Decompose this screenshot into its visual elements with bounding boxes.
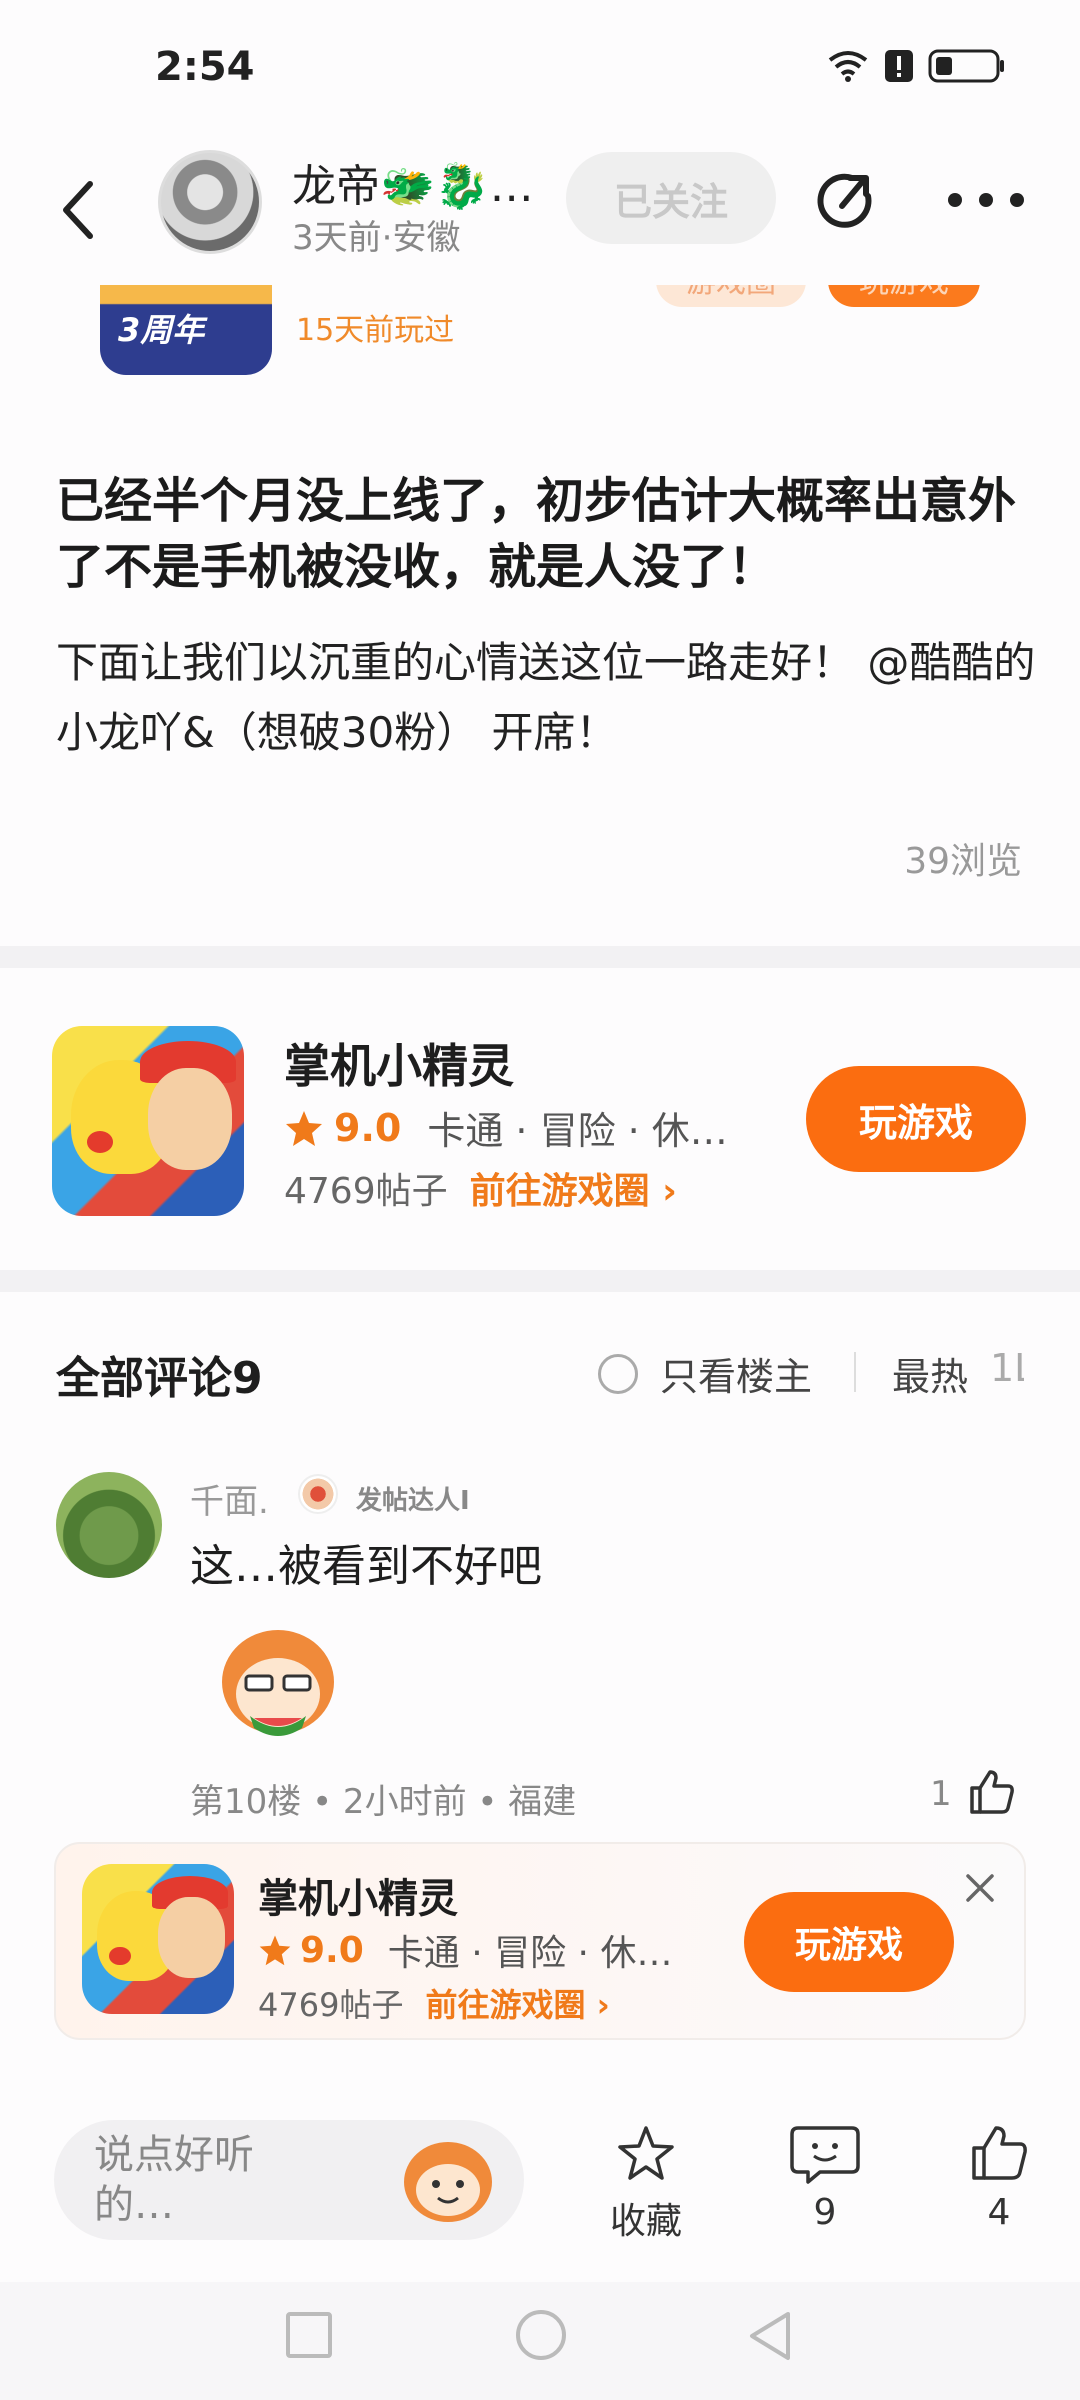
comment-meta: 第10楼 • 2小时前 • 福建 bbox=[190, 1782, 577, 1822]
share-button[interactable] bbox=[812, 166, 884, 238]
radio-icon[interactable] bbox=[598, 1353, 638, 1394]
status-icons bbox=[826, 48, 1006, 84]
game-circle-button[interactable]: 游戏圈 bbox=[656, 285, 806, 307]
star-icon bbox=[286, 1110, 322, 1146]
recent-apps-button[interactable] bbox=[286, 2312, 332, 2358]
home-button[interactable] bbox=[516, 2310, 566, 2360]
game-rating: 9.0 bbox=[300, 1929, 364, 1971]
reply-placeholder: 说点好听的… bbox=[94, 2132, 254, 2228]
play-game-button[interactable]: 玩游戏 bbox=[828, 285, 980, 307]
post-header: 龙帝🐲🐉… 3天前·安徽 已关注 bbox=[0, 130, 1080, 280]
game-post-count: 4769帖子 bbox=[258, 1986, 404, 2024]
game-rating-row: 9.0 卡通 · 冒险 · 休… bbox=[284, 1100, 728, 1155]
comment-like-count: 1 bbox=[930, 1774, 952, 1814]
game-circle-link[interactable]: 前往游戏圈 › bbox=[425, 1980, 609, 2026]
game-posts-row: 4769帖子 前往游戏圈 › bbox=[258, 1980, 610, 2026]
alert-icon bbox=[885, 50, 913, 82]
comment-count: 9 bbox=[813, 2192, 837, 2233]
battery-icon bbox=[928, 49, 1004, 83]
close-icon bbox=[966, 1874, 994, 1902]
user-badge: 发帖达人I bbox=[356, 1486, 470, 1516]
comment-button[interactable]: 9 bbox=[780, 2122, 870, 2242]
comments-title: 全部评论9 bbox=[56, 1353, 263, 1404]
comment-icon bbox=[790, 2126, 860, 2184]
divider bbox=[854, 1352, 856, 1392]
play-game-button[interactable]: 玩游戏 bbox=[744, 1892, 954, 1992]
status-time: 2:54 bbox=[155, 44, 255, 90]
back-icon bbox=[63, 181, 93, 239]
more-button[interactable] bbox=[948, 188, 1024, 212]
game-rating: 9.0 bbox=[334, 1105, 402, 1150]
back-button[interactable] bbox=[50, 170, 110, 250]
floating-game-banner[interactable]: 掌机小精灵 9.0 卡通 · 冒险 · 休… 4769帖子 前往游戏圈 › 玩游… bbox=[54, 1842, 1026, 2040]
badge-icon bbox=[298, 1474, 338, 1514]
game-rating-row: 9.0 卡通 · 冒险 · 休… bbox=[258, 1924, 672, 1976]
only-op-label: 只看楼主 bbox=[660, 1355, 813, 1399]
emoji-sticker-button[interactable] bbox=[398, 2132, 498, 2228]
monkey-sticker-image bbox=[210, 1620, 346, 1746]
like-count: 4 bbox=[987, 2192, 1011, 2233]
game-posts-row: 4769帖子 前往游戏圈 › bbox=[284, 1162, 677, 1214]
commenter-avatar[interactable] bbox=[56, 1472, 162, 1578]
played-time: 15天前玩过 bbox=[296, 313, 455, 348]
favorite-button[interactable]: 收藏 bbox=[596, 2122, 696, 2242]
attached-game-card-partial: 3周年 15天前玩过 游戏圈 玩游戏 bbox=[0, 285, 1080, 385]
follow-button[interactable]: 已关注 bbox=[566, 152, 776, 244]
system-nav-bar bbox=[0, 2282, 1080, 2400]
star-icon bbox=[259, 1935, 291, 1966]
more-icon bbox=[1010, 193, 1024, 207]
close-button[interactable] bbox=[960, 1868, 1000, 1908]
game-icon[interactable]: 3周年 bbox=[100, 285, 272, 375]
share-icon bbox=[817, 173, 872, 228]
author-avatar[interactable] bbox=[158, 150, 262, 254]
back-triangle-icon bbox=[750, 2312, 790, 2360]
divider bbox=[0, 1270, 1080, 1292]
thumbs-up-icon[interactable] bbox=[966, 1766, 1018, 1818]
like-button[interactable]: 4 bbox=[954, 2122, 1044, 2242]
sort-hot-tab[interactable]: 最热 bbox=[892, 1346, 968, 1401]
divider bbox=[0, 946, 1080, 968]
author-name[interactable]: 龙帝🐲🐉… bbox=[292, 150, 534, 214]
reply-input[interactable]: 说点好听的… bbox=[54, 2120, 524, 2240]
comment-text: 这…被看到不好吧 bbox=[190, 1541, 542, 1592]
bottom-action-bar: 说点好听的… 收藏 9 4 bbox=[0, 2082, 1080, 2252]
star-outline-icon bbox=[618, 2126, 674, 2180]
sort-new-tab[interactable]: 1L bbox=[990, 1346, 1024, 1390]
nav-back-button[interactable] bbox=[744, 2308, 794, 2364]
only-op-toggle[interactable]: 只看楼主 bbox=[598, 1346, 812, 1401]
game-card[interactable]: 掌机小精灵 9.0 卡通 · 冒险 · 休… 4769帖子 前往游戏圈 › 玩游… bbox=[0, 1000, 1080, 1240]
game-tags: 卡通 · 冒险 · 休… bbox=[427, 1109, 728, 1153]
game-icon-label: 3周年 bbox=[118, 311, 205, 349]
game-icon[interactable] bbox=[82, 1864, 234, 2014]
author-meta: 3天前·安徽 bbox=[292, 218, 461, 258]
more-icon bbox=[948, 193, 962, 207]
play-game-button[interactable]: 玩游戏 bbox=[806, 1066, 1026, 1172]
thumbs-up-icon bbox=[972, 2126, 1027, 2180]
view-count: 39浏览 bbox=[904, 841, 1022, 882]
post-title: 已经半个月没上线了，初步估计大概率出意外了不是手机被没收，就是人没了！ bbox=[56, 473, 1017, 595]
post-body: 下面让我们以沉重的心情送这位一路走好！ @酷酷的小龙吖&（想破30粉） 开席！ bbox=[56, 638, 1036, 757]
game-icon[interactable] bbox=[52, 1026, 244, 1216]
game-post-count: 4769帖子 bbox=[284, 1171, 448, 1212]
commenter-name[interactable]: 千面. bbox=[190, 1474, 269, 1523]
wifi-icon bbox=[828, 51, 868, 82]
favorite-label: 收藏 bbox=[609, 2201, 682, 2242]
game-circle-link[interactable]: 前往游戏圈 › bbox=[470, 1162, 677, 1214]
game-tags: 卡通 · 冒险 · 休… bbox=[387, 1933, 673, 1974]
game-name[interactable]: 掌机小精灵 bbox=[284, 1030, 514, 1096]
game-name[interactable]: 掌机小精灵 bbox=[258, 1866, 458, 1924]
more-icon bbox=[979, 193, 993, 207]
